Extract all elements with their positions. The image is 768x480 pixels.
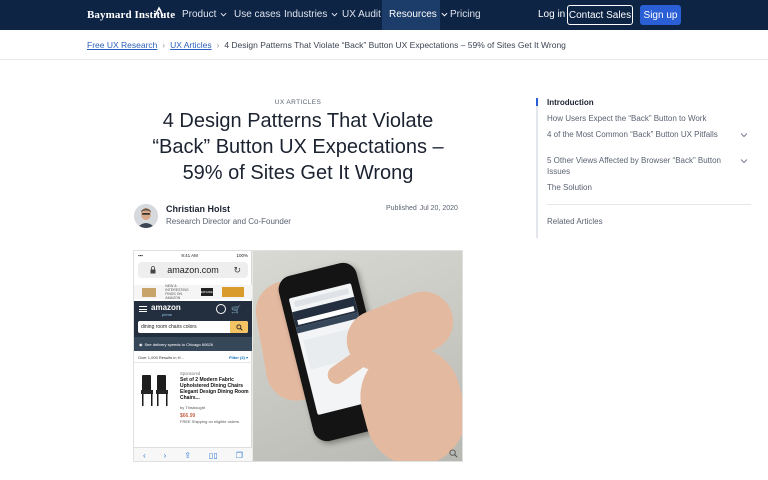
toc-item-common-pitfalls[interactable]: 4 of the Most Common “Back” Button UX Pi… [547, 130, 727, 141]
signal-icon: ▪▪▪ [138, 253, 143, 258]
phone-status-bar: ▪▪▪ 9:41 AM 100% [138, 253, 248, 258]
phone-product-listing: Sponsored Set of 2 Modern Fabric Upholst… [134, 367, 252, 447]
toc-item-how-users-expect[interactable]: How Users Expect the “Back” Button to Wo… [547, 114, 727, 125]
breadcrumb: Free UX Research › UX Articles › 4 Desig… [87, 40, 566, 50]
chevron-down-icon [331, 12, 338, 17]
phone-amazon-header: amazon prime 🛒 dining room chairs colors [134, 301, 252, 337]
search-icon [230, 321, 248, 333]
breadcrumb-link-free-ux-research[interactable]: Free UX Research [87, 40, 157, 50]
toc-rail [536, 98, 538, 238]
forward-arrow-icon: › [163, 451, 167, 460]
zoom-icon[interactable] [449, 449, 458, 458]
nav-item-ux-audit[interactable]: UX Audit [342, 9, 381, 20]
phone-screenshot: ▪▪▪ 9:41 AM 100% amazon.com ↻ NEW & INTE… [134, 251, 252, 461]
phone-browser-toolbar: ‹ › ⇪ ▯▯ ❐ [134, 447, 252, 461]
user-icon [216, 304, 226, 314]
reload-icon: ↻ [233, 265, 241, 275]
phone-delivery-bar: ◉ See delivery speeds to Chicago 60626 [134, 337, 252, 351]
toc-active-indicator [536, 98, 538, 106]
ad-product-image [222, 287, 245, 297]
lock-icon [150, 266, 156, 274]
author-avatar[interactable] [134, 204, 158, 228]
nav-item-pricing[interactable]: Pricing [450, 9, 481, 20]
nav-item-resources[interactable]: Resources [389, 9, 448, 20]
bookmarks-icon: ▯▯ [208, 451, 218, 460]
phone-search-field: dining room chairs colors [138, 321, 248, 333]
contact-sales-button[interactable]: Contact Sales [567, 5, 633, 25]
phone-url-bar: amazon.com ↻ [138, 262, 248, 278]
breadcrumb-current: 4 Design Patterns That Violate “Back” Bu… [224, 40, 566, 50]
logo-mark-icon [154, 6, 164, 17]
nav-item-use-cases[interactable]: Use cases [234, 9, 281, 20]
phone-results-bar: Over 1,000 Results in H... Filter (2) ▾ [134, 353, 252, 363]
sign-up-button[interactable]: Sign up [640, 5, 681, 25]
toc-item-the-solution[interactable]: The Solution [547, 183, 727, 194]
chevron-down-icon [441, 12, 448, 17]
chair-product-image [141, 375, 168, 406]
nav-item-product[interactable]: Product [182, 9, 227, 20]
back-arrow-icon: ‹ [142, 451, 146, 460]
author-name[interactable]: Christian Holst [166, 204, 230, 214]
ad-badge: EXPLORE [200, 288, 213, 296]
toc-item-other-views[interactable]: 5 Other Views Affected by Browser “Back”… [547, 156, 727, 177]
author-role: Research Director and Co-Founder [166, 217, 291, 226]
toc-divider [547, 204, 751, 205]
top-navigation: Baymard Institute Product Use cases Indu… [0, 0, 768, 30]
breadcrumb-link-ux-articles[interactable]: UX Articles [170, 40, 212, 50]
hand-holding-phone-photo [251, 251, 462, 461]
ad-product-image [141, 287, 156, 297]
article-kicker[interactable]: UX ARTICLES [200, 99, 396, 106]
login-link[interactable]: Log in [538, 9, 565, 20]
nav-item-industries[interactable]: Industries [284, 9, 338, 20]
breadcrumb-divider [0, 59, 768, 60]
tabs-icon: ❐ [235, 451, 243, 460]
menu-icon [139, 306, 147, 312]
toc-related-articles[interactable]: Related Articles [547, 217, 603, 226]
breadcrumb-separator-icon: › [216, 40, 220, 50]
chevron-down-icon[interactable] [740, 157, 748, 165]
toc-item-introduction[interactable]: Introduction [547, 98, 727, 109]
chevron-down-icon [220, 12, 227, 17]
author-photo [134, 204, 158, 228]
share-icon: ⇪ [184, 451, 191, 460]
published-date: Published Jul 20, 2020 [386, 205, 458, 212]
cart-icon: 🛒 [231, 305, 241, 314]
chevron-down-icon[interactable] [740, 131, 748, 139]
phone-ad-strip: NEW & INTERESTING FINDS ON AMAZON EXPLOR… [134, 284, 252, 300]
hero-image[interactable]: ▪▪▪ 9:41 AM 100% amazon.com ↻ NEW & INTE… [133, 250, 463, 462]
article-title: 4 Design Patterns That Violate “Back” Bu… [152, 110, 444, 184]
breadcrumb-separator-icon: › [162, 40, 166, 50]
location-icon: ◉ [139, 341, 143, 347]
